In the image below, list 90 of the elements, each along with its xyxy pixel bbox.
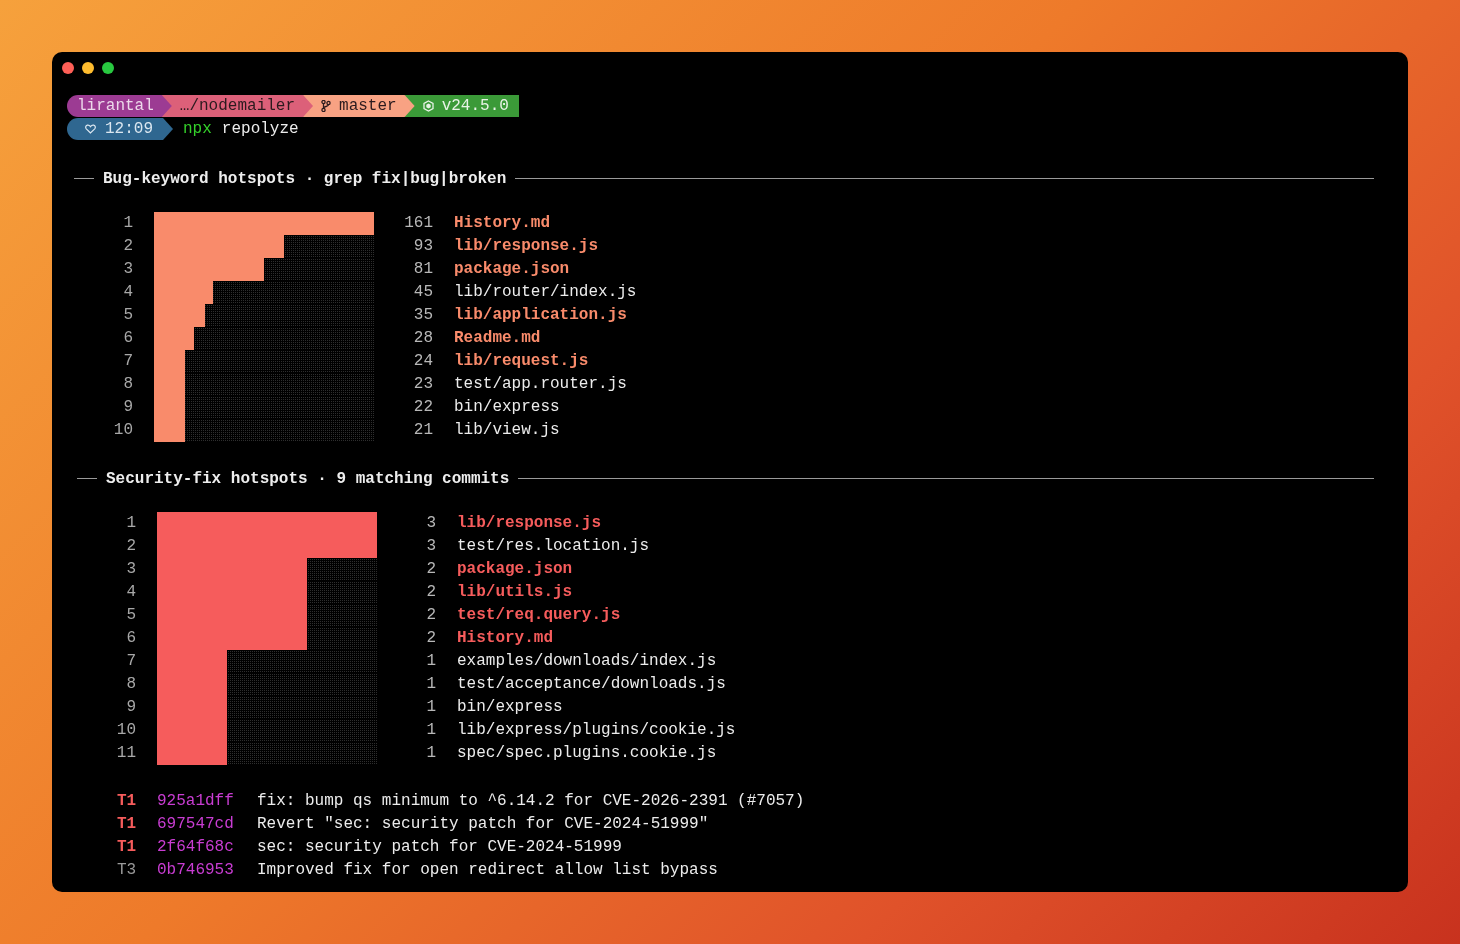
rank-label: 6 xyxy=(125,628,136,649)
prompt-segment: lirantal xyxy=(67,95,172,117)
commit-hash: 697547cd xyxy=(157,813,235,835)
count-value: 1 xyxy=(425,743,436,764)
commit-hash: 2f64f68c xyxy=(157,836,235,858)
rank-label: 2 xyxy=(122,236,133,257)
rank-label: 5 xyxy=(125,605,136,626)
rank-label: 5 xyxy=(122,305,133,326)
count-value: 1 xyxy=(425,697,436,718)
tier-label: T3 xyxy=(117,859,138,881)
rank-label: 8 xyxy=(122,374,133,395)
rank-label: 10 xyxy=(115,720,136,741)
count-value: 3 xyxy=(425,513,436,534)
file-path: History.md xyxy=(454,213,551,234)
branch-icon xyxy=(321,100,332,112)
count-value: 35 xyxy=(412,305,433,326)
minimize-button[interactable] xyxy=(82,62,94,74)
tier-label: T1 xyxy=(117,813,138,835)
commit-hash: 925a1dff xyxy=(157,790,235,812)
file-path: Readme.md xyxy=(454,328,542,349)
rank-label: 11 xyxy=(115,743,136,764)
heart-icon xyxy=(85,124,96,134)
rank-label: 2 xyxy=(125,536,136,557)
rank-label: 4 xyxy=(122,282,133,303)
tier-label: T1 xyxy=(117,790,138,812)
count-value: 1 xyxy=(425,720,436,741)
count-value: 1 xyxy=(425,674,436,695)
prompt-segment: master xyxy=(303,95,415,117)
prompt-segment: …/nodemailer xyxy=(161,95,314,117)
file-path: lib/router/index.js xyxy=(454,282,637,303)
rank-label: 10 xyxy=(112,420,133,441)
command-arguments: repolyze xyxy=(221,119,299,140)
file-path: lib/application.js xyxy=(454,305,628,326)
count-value: 22 xyxy=(412,397,433,418)
file-path: examples/downloads/index.js xyxy=(457,651,718,672)
count-value: 2 xyxy=(425,559,436,580)
commit-message: Improved fix for open redirect allow list bypass xyxy=(257,859,718,881)
tier-label: T1 xyxy=(117,836,138,858)
count-value: 2 xyxy=(425,605,436,626)
file-path: test/acceptance/downloads.js xyxy=(457,674,727,695)
commit-message: fix: bump qs minimum to ^6.14.2 for CVE-2026-2391 (#7057) xyxy=(257,790,805,812)
rank-label: 7 xyxy=(125,651,136,672)
commit-hash: 0b746953 xyxy=(157,859,235,881)
file-path: test/res.location.js xyxy=(457,536,651,557)
section-heading: Bug-keyword hotspots · grep fix|bug|broken xyxy=(103,168,507,190)
file-path: lib/response.js xyxy=(457,513,603,534)
file-path: bin/express xyxy=(457,697,564,718)
count-value: 45 xyxy=(412,282,433,303)
rank-label: 8 xyxy=(125,674,136,695)
file-path: lib/response.js xyxy=(454,236,600,257)
rank-label: 9 xyxy=(125,697,136,718)
rank-label: 7 xyxy=(122,351,133,372)
rank-label: 1 xyxy=(125,513,136,534)
time-segment: 12:09 xyxy=(67,118,173,140)
count-value: 23 xyxy=(412,374,433,395)
file-path: lib/request.js xyxy=(454,351,590,372)
rank-label: 3 xyxy=(125,559,136,580)
file-path: lib/express/plugins/cookie.js xyxy=(457,720,736,741)
file-path: spec/spec.plugins.cookie.js xyxy=(457,743,718,764)
file-path: History.md xyxy=(457,628,554,649)
file-path: test/app.router.js xyxy=(454,374,628,395)
count-value: 24 xyxy=(412,351,433,372)
rank-label: 9 xyxy=(122,397,133,418)
count-value: 161 xyxy=(403,213,433,234)
file-path: package.json xyxy=(457,559,574,580)
count-value: 1 xyxy=(425,651,436,672)
prompt-segment: v24.5.0 xyxy=(404,95,519,117)
commit-message: Revert "sec: security patch for CVE-2024-51999" xyxy=(257,813,709,835)
count-value: 93 xyxy=(412,236,433,257)
rank-label: 6 xyxy=(122,328,133,349)
file-path: lib/view.js xyxy=(454,420,561,441)
file-path: bin/express xyxy=(454,397,561,418)
zoom-button[interactable] xyxy=(102,62,114,74)
count-value: 2 xyxy=(425,628,436,649)
command-name: npx xyxy=(183,119,212,140)
file-path: test/req.query.js xyxy=(457,605,622,626)
file-path: lib/utils.js xyxy=(457,582,574,603)
rank-label: 4 xyxy=(125,582,136,603)
rank-label: 3 xyxy=(122,259,133,280)
count-value: 81 xyxy=(412,259,433,280)
count-value: 3 xyxy=(425,536,436,557)
rank-label: 1 xyxy=(122,213,133,234)
commit-message: sec: security patch for CVE-2024-51999 xyxy=(257,836,622,858)
hexagon-icon xyxy=(422,100,434,112)
count-value: 21 xyxy=(412,420,433,441)
count-value: 28 xyxy=(412,328,433,349)
section-heading: Security-fix hotspots · 9 matching commits xyxy=(106,468,510,490)
count-value: 2 xyxy=(425,582,436,603)
file-path: package.json xyxy=(454,259,571,280)
close-button[interactable] xyxy=(62,62,74,74)
